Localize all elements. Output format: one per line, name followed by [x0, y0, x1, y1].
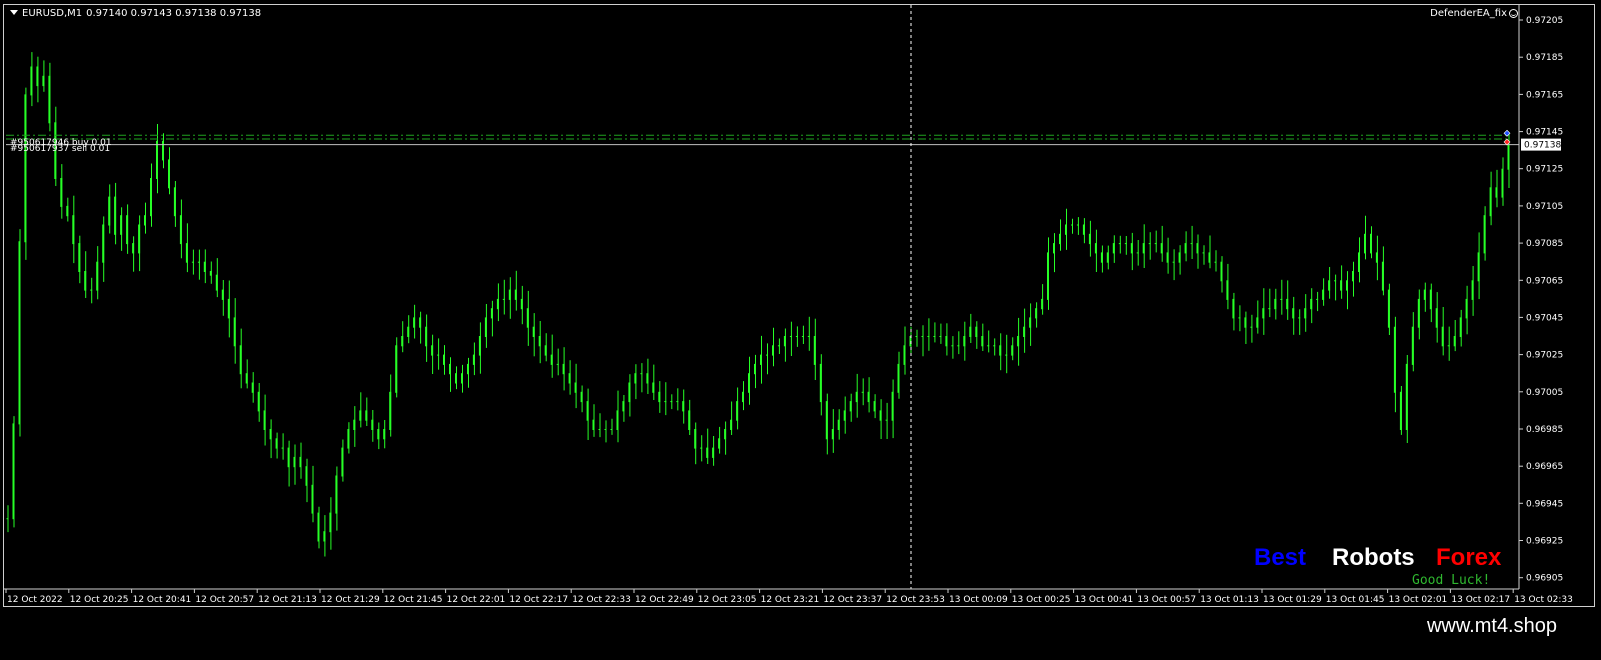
brand-overlay: Best Robots Forex Good Luck! — [1254, 545, 1534, 595]
chart-window[interactable]: 0.97205 0.97185 0.97165 0.97145 0.97125 0.971… — [3, 4, 1595, 607]
time-tick-label: 13 Oct 02:17 — [1451, 595, 1510, 605]
symbol-name: EURUSD,M1 — [22, 8, 83, 19]
chevron-down-icon[interactable] — [10, 10, 18, 15]
time-tick-label: 13 Oct 01:45 — [1326, 595, 1385, 605]
time-tick-label: 12 Oct 2022 — [7, 595, 63, 605]
time-tick-label: 13 Oct 01:13 — [1200, 595, 1259, 605]
footer-bar — [0, 607, 1601, 660]
time-tick-label: 13 Oct 02:01 — [1389, 595, 1448, 605]
price-tick-label: 0.96945 — [1526, 499, 1563, 509]
price-tick-label: 0.97185 — [1526, 53, 1563, 63]
brand-word-best: Best — [1254, 544, 1307, 571]
price-tick-label: 0.97065 — [1526, 276, 1563, 286]
price-tick-label: 0.97025 — [1526, 351, 1563, 361]
time-tick-label: 12 Oct 22:33 — [572, 595, 631, 605]
time-tick-label: 12 Oct 23:21 — [761, 595, 820, 605]
time-tick-label: 13 Oct 00:41 — [1075, 595, 1134, 605]
time-tick-label: 12 Oct 23:05 — [698, 595, 757, 605]
price-tick-label: 0.97205 — [1526, 16, 1563, 26]
price-tick-label: 0.97085 — [1526, 239, 1563, 249]
price-tick-label: 0.97105 — [1526, 202, 1563, 212]
time-tick-label: 12 Oct 22:01 — [447, 595, 506, 605]
time-tick-label: 13 Oct 00:09 — [949, 595, 1008, 605]
candles — [6, 52, 1510, 557]
time-tick-label: 12 Oct 21:29 — [321, 595, 380, 605]
time-tick-label: 12 Oct 23:37 — [823, 595, 882, 605]
time-tick-label: 12 Oct 20:57 — [195, 595, 254, 605]
time-tick-label: 12 Oct 20:25 — [70, 595, 129, 605]
time-tick-label: 12 Oct 21:13 — [258, 595, 317, 605]
time-tick-label: 12 Oct 21:45 — [384, 595, 443, 605]
price-tick-label: 0.96985 — [1526, 425, 1563, 435]
order-lines — [6, 5, 1519, 589]
price-tick-label: 0.96965 — [1526, 462, 1563, 472]
price-axis: 0.97205 0.97185 0.97165 0.97145 0.97125 0.971… — [1518, 5, 1563, 589]
time-tick-label: 12 Oct 20:41 — [133, 595, 192, 605]
site-url: www.mt4.shop — [1426, 615, 1557, 637]
expert-advisor-label[interactable]: DefenderEA_fix — [1430, 8, 1518, 20]
time-tick-label: 13 Oct 01:29 — [1263, 595, 1322, 605]
price-tick-label: 0.97005 — [1526, 388, 1563, 398]
price-tick-label: 0.97165 — [1526, 90, 1563, 100]
brand-word-robots: Robots — [1332, 544, 1415, 571]
price-tick-label: 0.97125 — [1526, 165, 1563, 175]
ohlc-prices: 0.97140 0.97143 0.97138 0.97138 — [86, 8, 262, 19]
time-tick-label: 12 Oct 22:17 — [509, 595, 568, 605]
time-tick-label: 13 Oct 02:33 — [1514, 595, 1573, 605]
price-tick-label: 0.97045 — [1526, 313, 1563, 323]
time-tick-label: 12 Oct 22:49 — [635, 595, 694, 605]
symbol-header[interactable]: EURUSD,M1 0.97140 0.97143 0.97138 0.97138 — [10, 8, 261, 20]
current-price-label: 0.97138 — [1524, 141, 1561, 151]
time-tick-label: 13 Oct 00:57 — [1137, 595, 1196, 605]
price-tick-label: 0.97145 — [1526, 128, 1563, 138]
chart-plot-area[interactable]: 0.97205 0.97185 0.97165 0.97145 0.97125 0.971… — [4, 5, 1596, 608]
time-tick-label: 13 Oct 00:25 — [1012, 595, 1071, 605]
time-tick-label: 12 Oct 23:53 — [886, 595, 945, 605]
order-label-sell: #950617937 sell 0.01 — [10, 144, 111, 154]
good-luck-text: Good Luck! — [1412, 573, 1491, 588]
ea-name: DefenderEA_fix — [1430, 8, 1507, 19]
brand-word-forex: Forex — [1436, 544, 1502, 571]
smiley-icon — [1509, 9, 1518, 18]
